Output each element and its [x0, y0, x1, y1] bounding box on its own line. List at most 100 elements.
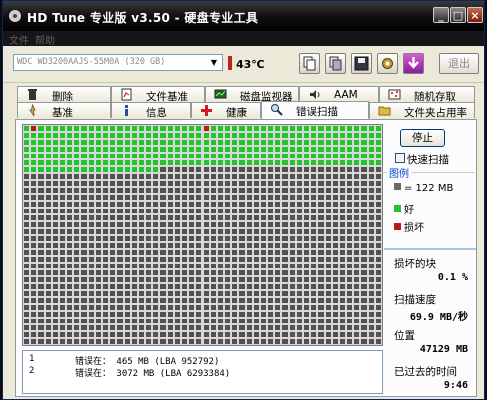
error-log-list[interactable]: 1 错误在： 465 MB (LBA 952792) 2 错误在： 3072 M… — [22, 350, 383, 394]
scan-block — [180, 331, 189, 339]
scan-block — [202, 131, 210, 139]
scan-block — [231, 186, 239, 194]
scan-block — [166, 186, 174, 194]
scan-block — [259, 166, 268, 174]
scan-block — [173, 290, 181, 297]
menu-help[interactable]: 帮助 — [35, 32, 55, 47]
scan-block — [101, 131, 110, 139]
scan-block — [123, 221, 131, 229]
scan-block — [123, 324, 131, 332]
save-button[interactable] — [351, 53, 372, 74]
scan-block — [252, 193, 260, 201]
scan-block — [274, 290, 282, 297]
scan-block — [51, 255, 59, 263]
scan-block — [44, 193, 52, 201]
options-button[interactable] — [377, 53, 398, 74]
title-bar[interactable]: HD Tune 专业版 v3.50 - 硬盘专业工具 _ □ × — [3, 1, 484, 31]
scan-block — [303, 262, 311, 270]
scan-block — [310, 214, 318, 222]
scan-block — [94, 166, 102, 174]
scan-block — [202, 283, 210, 290]
scan-block — [310, 248, 318, 256]
copy-screenshot-button[interactable] — [325, 53, 346, 74]
scan-block — [238, 241, 246, 249]
stop-button[interactable]: 停止 — [400, 129, 445, 147]
scan-block — [51, 207, 59, 215]
quick-scan-checkbox[interactable] — [395, 153, 405, 163]
tab-erase[interactable]: 删除 — [17, 86, 111, 102]
tab-info[interactable]: 信息 — [111, 102, 191, 118]
scan-block — [159, 296, 167, 304]
scan-block — [346, 186, 354, 194]
scan-block — [274, 296, 282, 304]
scan-block — [324, 310, 332, 318]
scan-block — [152, 235, 160, 242]
tab-disk-monitor[interactable]: 磁盘监视器 — [205, 86, 299, 102]
scan-block — [73, 152, 81, 160]
scan-block — [73, 296, 81, 304]
legend-good-text: 好 — [404, 205, 414, 216]
minimize-button[interactable]: _ — [433, 7, 449, 23]
scan-block — [209, 241, 217, 249]
scan-block — [259, 269, 268, 277]
tab-folder-usage[interactable]: 文件夹占用率 — [369, 102, 475, 118]
scan-block — [374, 276, 382, 284]
scan-block — [166, 338, 174, 345]
scan-block — [73, 186, 81, 194]
close-button[interactable]: × — [467, 7, 483, 23]
scan-block — [288, 221, 296, 229]
scan-block — [216, 145, 225, 153]
scan-block — [303, 303, 311, 311]
scan-block — [259, 221, 268, 229]
tab-file-benchmark[interactable]: 文件基准 — [111, 86, 205, 102]
scan-block — [317, 221, 325, 229]
scan-block — [245, 310, 253, 318]
scan-block — [130, 145, 138, 153]
scan-block — [188, 207, 196, 215]
scan-block — [30, 235, 38, 242]
scan-block — [231, 180, 239, 187]
scan-block — [202, 290, 210, 297]
scan-block — [231, 269, 239, 277]
scan-block — [180, 138, 189, 146]
scan-block — [166, 214, 174, 222]
menu-file[interactable]: 文件 — [9, 32, 29, 47]
scan-block — [353, 221, 361, 229]
scan-block — [346, 228, 354, 235]
scan-block — [281, 269, 289, 277]
download-button[interactable] — [403, 53, 424, 74]
scan-block — [209, 310, 217, 318]
chevron-down-icon[interactable]: ▼ — [208, 56, 220, 69]
exit-button[interactable]: 退出 — [439, 53, 479, 74]
scan-block — [231, 125, 239, 132]
scan-block — [331, 125, 339, 132]
scan-block — [180, 152, 189, 160]
scan-block — [137, 193, 146, 201]
scan-block — [331, 166, 339, 174]
maximize-button[interactable]: □ — [450, 7, 466, 23]
download-arrow-icon — [408, 57, 419, 69]
drive-select[interactable]: WDC WD3200AAJS-55M0A (320 GB) ▼ — [13, 54, 223, 71]
scan-block — [331, 262, 339, 270]
scan-block — [195, 255, 203, 263]
tab-aam[interactable]: AAM — [299, 86, 379, 102]
scan-block — [73, 207, 81, 215]
scan-block — [137, 173, 146, 180]
scan-block — [173, 269, 181, 277]
scan-block — [159, 207, 167, 215]
scan-block — [152, 248, 160, 256]
scan-block — [317, 262, 325, 270]
tab-random-access[interactable]: 随机存取 — [379, 86, 475, 102]
scan-block — [80, 214, 88, 222]
scan-block — [252, 131, 260, 139]
tab-info-label: 信息 — [146, 107, 167, 118]
copy-text-button[interactable] — [299, 53, 320, 74]
scan-block — [130, 338, 138, 345]
tab-error-scan[interactable]: 错误扫描 — [261, 101, 369, 119]
scan-block — [224, 166, 232, 174]
tab-benchmark[interactable]: 基准 — [17, 102, 111, 118]
scan-block — [109, 145, 117, 153]
tab-health[interactable]: 健康 — [191, 102, 261, 118]
scan-block — [166, 331, 174, 339]
scan-block — [288, 125, 296, 132]
